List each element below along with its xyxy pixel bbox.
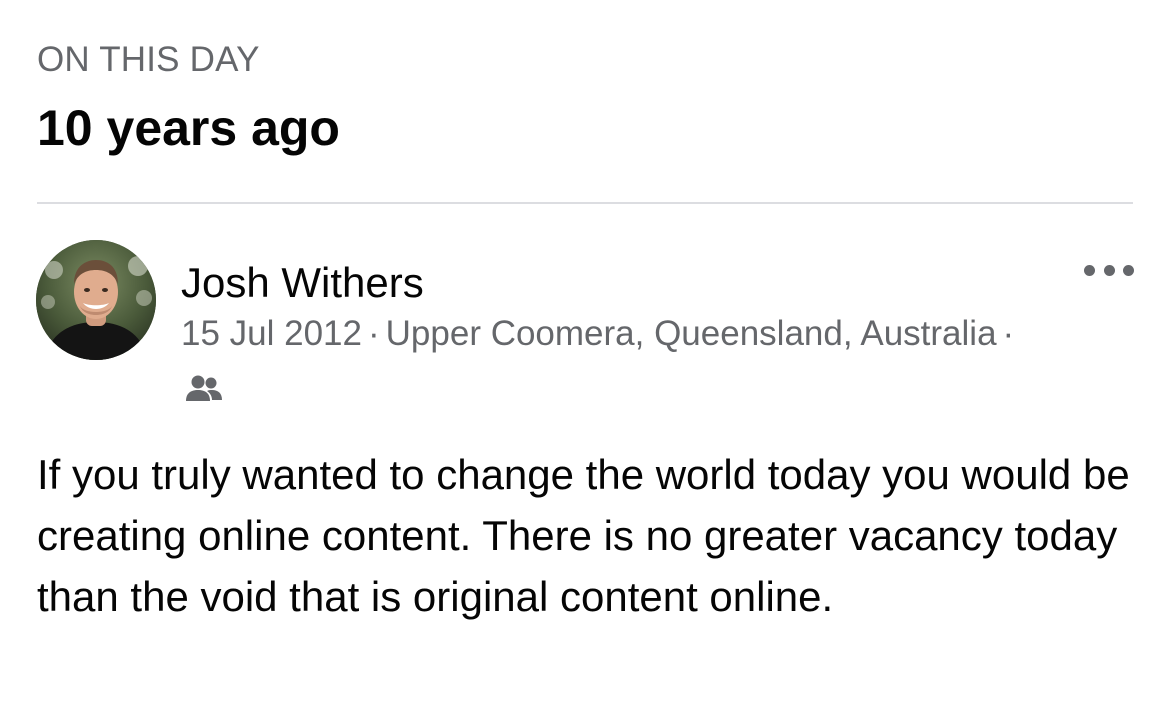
avatar[interactable] [36,240,156,360]
post-meta: 15 Jul 2012 · Upper Coomera, Queensland, A… [181,306,1021,418]
memory-eyebrow: ON THIS DAY [37,40,260,79]
avatar-photo [36,240,156,360]
post-author-name[interactable]: Josh Withers [181,256,424,310]
post-location[interactable]: Upper Coomera, Queensland, Australia [386,314,997,353]
more-options-icon [1103,264,1115,276]
header-divider [37,202,1133,204]
memory-headline: 10 years ago [37,100,340,156]
post-body-text: If you truly wanted to change the world … [37,451,1130,620]
more-options-icon [1084,264,1095,276]
meta-separator: · [1002,314,1015,353]
post-date[interactable]: 15 Jul 2012 [181,314,362,353]
friends-icon[interactable] [185,365,223,401]
more-options-icon [1123,264,1134,276]
memory-header: ON THIS DAY 10 years ago [37,38,340,158]
more-options-button[interactable] [1084,258,1134,282]
meta-separator: · [367,314,380,353]
